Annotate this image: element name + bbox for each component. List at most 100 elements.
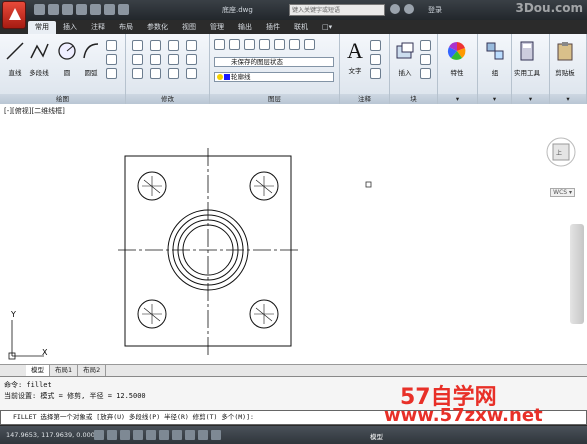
layer-state-dropdown[interactable]: 未保存的图层状态: [214, 57, 334, 67]
open-icon[interactable]: [48, 4, 59, 15]
circle-button[interactable]: 圆: [56, 40, 78, 77]
search-input[interactable]: 键入关键字或短语: [289, 4, 385, 16]
arc-button[interactable]: 圆弧: [80, 40, 102, 77]
polyline-label: 多段线: [29, 69, 49, 77]
layer-color-swatch: [224, 74, 230, 80]
clipboard-icon: [557, 42, 573, 61]
undo-icon[interactable]: [104, 4, 115, 15]
clipboard-panel: 剪贴板 ▾: [550, 34, 587, 104]
table-icon[interactable]: [370, 68, 381, 79]
rectangle-icon[interactable]: [106, 40, 117, 51]
hatch-icon[interactable]: [106, 54, 117, 65]
tab-layout[interactable]: 布局: [112, 21, 140, 34]
move-icon[interactable]: [132, 40, 143, 51]
tab-insert[interactable]: 插入: [56, 21, 84, 34]
layer-off-icon[interactable]: [274, 39, 285, 50]
dyn-icon[interactable]: [185, 430, 195, 440]
array-icon[interactable]: [168, 68, 179, 79]
tab-home[interactable]: 常用: [28, 21, 56, 34]
viewcube-face-label[interactable]: 上: [556, 148, 562, 157]
edit-block-icon[interactable]: [420, 54, 431, 65]
ortho-icon[interactable]: [120, 430, 130, 440]
layer-match-icon[interactable]: [304, 39, 315, 50]
tab-more[interactable]: □▾: [315, 21, 339, 34]
tab-layout1[interactable]: 布局1: [50, 365, 79, 376]
save-icon[interactable]: [62, 4, 73, 15]
text-button[interactable]: A 文字: [344, 40, 366, 76]
tab-parametric[interactable]: 参数化: [140, 21, 175, 34]
clipboard-button[interactable]: 剪贴板: [554, 40, 576, 77]
lineweight-icon[interactable]: [198, 430, 208, 440]
application-menu-button[interactable]: [2, 1, 26, 29]
group-button[interactable]: 组: [484, 40, 506, 77]
grid-icon[interactable]: [107, 430, 117, 440]
print-icon[interactable]: [90, 4, 101, 15]
tab-model[interactable]: 模型: [26, 365, 50, 376]
modify-panel-title[interactable]: 修改: [126, 94, 209, 104]
layer-properties-icon[interactable]: [214, 39, 225, 50]
current-layer-dropdown[interactable]: 轮廓线: [214, 72, 334, 82]
osnap-icon[interactable]: [146, 430, 156, 440]
line-button[interactable]: 直线: [4, 40, 26, 77]
model-space-toggle[interactable]: 模型: [370, 431, 383, 441]
mirror-icon[interactable]: [150, 54, 161, 65]
properties-button[interactable]: 特性: [446, 40, 468, 77]
login-link[interactable]: 登录: [428, 5, 442, 15]
annotation-panel-title[interactable]: 注释: [340, 94, 389, 104]
layer-lock-icon[interactable]: [289, 39, 300, 50]
utilities-panel-title[interactable]: ▾: [512, 94, 549, 104]
user-icon[interactable]: [404, 4, 414, 14]
layer-states-icon[interactable]: [229, 39, 240, 50]
offset-icon[interactable]: [186, 68, 197, 79]
groups-panel-title[interactable]: ▾: [478, 94, 511, 104]
snap-icon[interactable]: [94, 430, 104, 440]
fillet-icon[interactable]: [168, 54, 179, 65]
tab-view[interactable]: 视图: [175, 21, 203, 34]
clipboard-panel-title[interactable]: ▾: [550, 94, 586, 104]
navigation-bar[interactable]: [570, 224, 584, 324]
tab-layout2[interactable]: 布局2: [78, 365, 107, 376]
ducs-icon[interactable]: [172, 430, 182, 440]
tab-plugins[interactable]: 插件: [259, 21, 287, 34]
utilities-button[interactable]: 实用工具: [514, 40, 540, 77]
layer-freeze-icon[interactable]: [259, 39, 270, 50]
drawing-canvas[interactable]: [-][俯视][二维线框] Y X 上 WCS ▾: [0, 104, 587, 364]
properties-panel-title[interactable]: ▾: [438, 94, 477, 104]
layers-panel-title[interactable]: 图层: [210, 94, 339, 104]
region-icon[interactable]: [106, 68, 117, 79]
tab-output[interactable]: 输出: [231, 21, 259, 34]
trim-icon[interactable]: [168, 40, 179, 51]
utilities-panel: 实用工具 ▾: [512, 34, 550, 104]
autocad-logo-icon: [9, 8, 21, 20]
calculator-icon: [520, 41, 534, 61]
attribute-icon[interactable]: [420, 68, 431, 79]
redo-icon[interactable]: [118, 4, 129, 15]
polyline-button[interactable]: 多段线: [28, 40, 50, 77]
otrack-icon[interactable]: [159, 430, 169, 440]
arc-label: 圆弧: [84, 69, 98, 77]
block-panel-title[interactable]: 块: [390, 94, 437, 104]
scale-icon[interactable]: [150, 68, 161, 79]
tab-manage[interactable]: 管理: [203, 21, 231, 34]
explode-icon[interactable]: [186, 54, 197, 65]
current-layer-label: 轮廓线: [231, 73, 251, 81]
create-block-icon[interactable]: [420, 40, 431, 51]
stretch-icon[interactable]: [132, 68, 143, 79]
draw-panel-title[interactable]: 绘图: [0, 94, 125, 104]
layer-isolate-icon[interactable]: [244, 39, 255, 50]
polar-icon[interactable]: [133, 430, 143, 440]
dimension-icon[interactable]: [370, 40, 381, 51]
erase-icon[interactable]: [186, 40, 197, 51]
qp-icon[interactable]: [211, 430, 221, 440]
search-icon[interactable]: [390, 4, 400, 14]
insert-block-button[interactable]: 插入: [394, 40, 416, 77]
polyline-icon: [30, 43, 49, 59]
save-as-icon[interactable]: [76, 4, 87, 15]
tab-annotate[interactable]: 注释: [84, 21, 112, 34]
leader-icon[interactable]: [370, 54, 381, 65]
rotate-icon[interactable]: [150, 40, 161, 51]
new-icon[interactable]: [34, 4, 45, 15]
tab-online[interactable]: 联机: [287, 21, 315, 34]
copy-icon[interactable]: [132, 54, 143, 65]
wcs-menu[interactable]: WCS ▾: [550, 188, 575, 197]
